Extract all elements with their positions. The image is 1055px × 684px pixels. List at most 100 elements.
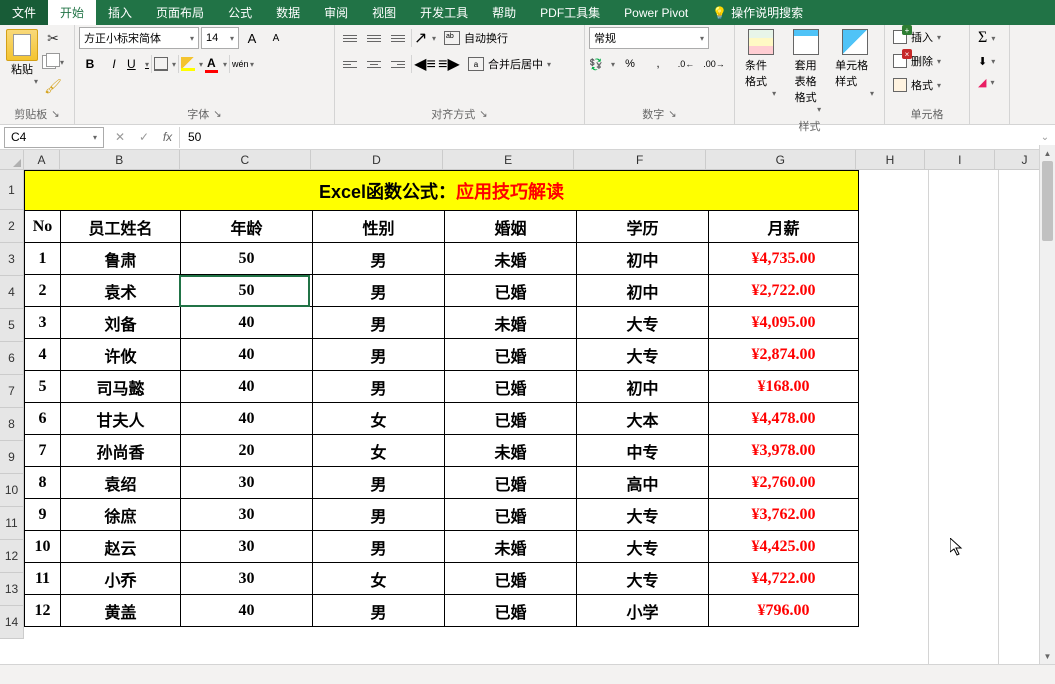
wrap-text-button[interactable]: ab自动换行	[438, 28, 514, 48]
cell-salary[interactable]: ¥4,722.00	[709, 563, 859, 595]
dialog-launcher-icon[interactable]: ↘	[51, 109, 59, 120]
row-header-12[interactable]: 12	[0, 540, 23, 573]
cell-age[interactable]: 20	[181, 435, 313, 467]
formula-expand-button[interactable]: ⌄	[1035, 132, 1055, 143]
cell-gender[interactable]: 男	[313, 531, 445, 563]
cell-edu[interactable]: 大专	[577, 499, 709, 531]
col-header-G[interactable]: G	[706, 150, 856, 169]
table-row[interactable]: 9徐庶30男已婚大专¥3,762.00	[25, 499, 859, 531]
menu-help[interactable]: 帮助	[480, 0, 528, 25]
table-row[interactable]: 5司马懿40男已婚初中¥168.00	[25, 371, 859, 403]
copy-button[interactable]: ▾	[42, 51, 64, 73]
cell-salary[interactable]: ¥4,425.00	[709, 531, 859, 563]
table-row[interactable]: 11小乔30女已婚大专¥4,722.00	[25, 563, 859, 595]
align-bottom-button[interactable]	[387, 27, 409, 49]
paste-button[interactable]: 粘贴 ▾	[4, 27, 40, 88]
row-header-7[interactable]: 7	[0, 375, 23, 408]
cell-no[interactable]: 1	[25, 243, 61, 275]
cell-age[interactable]: 30	[181, 563, 313, 595]
cell-gender[interactable]: 女	[313, 435, 445, 467]
cell-gender[interactable]: 男	[313, 467, 445, 499]
cell-no[interactable]: 7	[25, 435, 61, 467]
cell-no[interactable]: 4	[25, 339, 61, 371]
cell-age[interactable]: 30	[181, 499, 313, 531]
cell-salary[interactable]: ¥2,722.00	[709, 275, 859, 307]
cell-no[interactable]: 2	[25, 275, 61, 307]
dialog-launcher-icon[interactable]: ↘	[668, 109, 676, 120]
underline-button[interactable]: U▾	[127, 53, 149, 75]
increase-font-button[interactable]: A	[241, 27, 263, 49]
cell-name[interactable]: 鲁肃	[61, 243, 181, 275]
indent-increase-button[interactable]: ≡▶	[438, 53, 460, 75]
dialog-launcher-icon[interactable]: ↘	[479, 109, 487, 120]
clear-button[interactable]: ◢▾	[974, 74, 998, 91]
col-header-I[interactable]: I	[925, 150, 995, 169]
cell-salary[interactable]: ¥796.00	[709, 595, 859, 627]
select-all-button[interactable]	[0, 150, 24, 170]
header-edu[interactable]: 学历	[577, 211, 709, 243]
fill-button[interactable]: ⬇▾	[974, 53, 999, 70]
percent-button[interactable]: %	[617, 53, 643, 75]
row-header-3[interactable]: 3	[0, 243, 23, 276]
cell-style-button[interactable]: 单元格样式▾	[829, 27, 880, 100]
row-header-11[interactable]: 11	[0, 507, 23, 540]
row-header-14[interactable]: 14	[0, 606, 23, 639]
table-format-button[interactable]: 套用 表格格式▾	[784, 27, 827, 116]
cell-age[interactable]: 50	[181, 243, 313, 275]
cell-no[interactable]: 5	[25, 371, 61, 403]
table-row[interactable]: 2袁术50男已婚初中¥2,722.00	[25, 275, 859, 307]
formula-cancel-button[interactable]: ✕	[108, 127, 132, 148]
merge-center-button[interactable]: a合并后居中▾	[462, 54, 557, 74]
cell-marital[interactable]: 未婚	[445, 243, 577, 275]
row-header-10[interactable]: 10	[0, 474, 23, 507]
col-header-E[interactable]: E	[443, 150, 575, 169]
cell-no[interactable]: 12	[25, 595, 61, 627]
phonetic-button[interactable]: wén▾	[232, 53, 254, 75]
menu-data[interactable]: 数据	[264, 0, 312, 25]
cell-marital[interactable]: 已婚	[445, 563, 577, 595]
menu-layout[interactable]: 页面布局	[144, 0, 216, 25]
header-name[interactable]: 员工姓名	[61, 211, 181, 243]
menu-review[interactable]: 审阅	[312, 0, 360, 25]
row-header-5[interactable]: 5	[0, 309, 23, 342]
cell-age[interactable]: 30	[181, 467, 313, 499]
menu-home[interactable]: 开始	[48, 0, 96, 25]
cell-edu[interactable]: 中专	[577, 435, 709, 467]
cell-name[interactable]: 司马懿	[61, 371, 181, 403]
fx-button[interactable]: fx	[156, 127, 180, 148]
align-center-button[interactable]	[363, 53, 385, 75]
name-box[interactable]: C4▾	[4, 127, 104, 148]
cell-name[interactable]: 许攸	[61, 339, 181, 371]
menu-developer[interactable]: 开发工具	[408, 0, 480, 25]
cells-container[interactable]: Excel函数公式：应用技巧解读No员工姓名年龄性别婚姻学历月薪1鲁肃50男未婚…	[24, 170, 1055, 664]
cell-name[interactable]: 赵云	[61, 531, 181, 563]
cell-age[interactable]: 30	[181, 531, 313, 563]
italic-button[interactable]: I	[103, 53, 125, 75]
align-right-button[interactable]	[387, 53, 409, 75]
cell-salary[interactable]: ¥3,978.00	[709, 435, 859, 467]
cell-edu[interactable]: 初中	[577, 275, 709, 307]
cell-edu[interactable]: 大专	[577, 307, 709, 339]
row-header-9[interactable]: 9	[0, 441, 23, 474]
cell-salary[interactable]: ¥2,874.00	[709, 339, 859, 371]
cell-marital[interactable]: 未婚	[445, 307, 577, 339]
col-header-B[interactable]: B	[60, 150, 180, 169]
cell-marital[interactable]: 已婚	[445, 371, 577, 403]
row-header-2[interactable]: 2	[0, 210, 23, 243]
cell-gender[interactable]: 男	[313, 275, 445, 307]
autosum-button[interactable]: Σ▾	[974, 27, 999, 49]
row-header-6[interactable]: 6	[0, 342, 23, 375]
cell-edu[interactable]: 小学	[577, 595, 709, 627]
row-header-1[interactable]: 1	[0, 170, 23, 210]
col-header-A[interactable]: A	[24, 150, 60, 169]
cell-name[interactable]: 甘夫人	[61, 403, 181, 435]
format-painter-button[interactable]: 🖌	[42, 75, 64, 97]
formula-confirm-button[interactable]: ✓	[132, 127, 156, 148]
row-header-13[interactable]: 13	[0, 573, 23, 606]
cut-button[interactable]: ✂	[42, 27, 64, 49]
menu-file[interactable]: 文件	[0, 0, 48, 25]
cell-marital[interactable]: 未婚	[445, 435, 577, 467]
cell-salary[interactable]: ¥3,762.00	[709, 499, 859, 531]
header-no[interactable]: No	[25, 211, 61, 243]
menu-tellme[interactable]: 💡操作说明搜索	[700, 0, 815, 25]
